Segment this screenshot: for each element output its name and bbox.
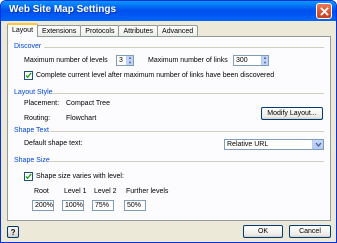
max-links-label: Maximum number of links [148, 57, 228, 64]
checkmark-icon [25, 173, 32, 180]
shape-text-heading: Shape Text [14, 127, 49, 134]
max-links-value: 300 [236, 57, 248, 64]
checkmark-icon [25, 72, 32, 79]
routing-value: Flowchart [66, 115, 97, 122]
dropdown-arrow[interactable] [312, 140, 323, 149]
ok-button[interactable]: OK [243, 225, 283, 238]
shape-size-varies-checkbox[interactable] [24, 172, 33, 181]
level-1-label: Level 1 [64, 188, 87, 195]
spin-down-icon[interactable]: ▼ [261, 60, 268, 65]
chevron-down-icon [315, 142, 321, 147]
default-shape-text-value: Relative URL [227, 141, 269, 148]
level-further-label: Further levels [126, 188, 169, 195]
discover-divider [44, 47, 324, 48]
layout-panel: Discover Maximum number of levels 3 ▲ ▼ … [7, 36, 331, 221]
complete-level-label: Complete current level after maximum num… [36, 72, 275, 79]
placement-value: Compact Tree [66, 100, 110, 107]
level-2-input[interactable]: 75% [92, 200, 114, 211]
modify-layout-button[interactable]: Modify Layout... [261, 107, 323, 120]
discover-heading: Discover [14, 43, 42, 50]
shape-size-divider [50, 161, 324, 162]
level-1-input[interactable]: 100% [62, 200, 84, 211]
default-shape-text-label: Default shape text: [24, 140, 83, 147]
shape-size-varies-label: Shape size varies with level: [36, 173, 124, 180]
layout-style-heading: Layout Style [14, 89, 53, 96]
default-shape-text-dropdown[interactable]: Relative URL [224, 139, 324, 150]
shape-text-divider [50, 131, 324, 132]
dialog-window: Web Site Map Settings Layout Extensions … [0, 0, 337, 243]
title-bar[interactable]: Web Site Map Settings [1, 1, 336, 21]
level-root-label: Root [34, 188, 49, 195]
level-root-input[interactable]: 200% [32, 200, 54, 211]
max-links-spinner[interactable]: 300 ▲ ▼ [233, 55, 269, 66]
close-icon [319, 6, 329, 16]
close-button[interactable] [316, 3, 332, 19]
spin-down-icon[interactable]: ▼ [126, 60, 133, 65]
max-levels-value: 3 [119, 57, 123, 64]
max-links-arrows[interactable]: ▲ ▼ [261, 56, 268, 65]
level-further-input[interactable]: 50% [124, 200, 146, 211]
tab-layout[interactable]: Layout [7, 23, 39, 37]
cancel-button[interactable]: Cancel [289, 225, 331, 238]
help-button[interactable] [7, 226, 19, 238]
layout-style-divider [52, 93, 324, 94]
max-levels-arrows[interactable]: ▲ ▼ [126, 56, 133, 65]
complete-level-checkbox[interactable] [24, 71, 33, 80]
question-mark-icon [11, 229, 16, 235]
window-title: Web Site Map Settings [9, 4, 117, 15]
max-levels-label: Maximum number of levels [24, 57, 108, 64]
routing-label: Routing: [24, 115, 51, 122]
tab-strip: Layout Extensions Protocols Attributes A… [7, 23, 199, 37]
shape-size-heading: Shape Size [14, 157, 50, 164]
max-levels-spinner[interactable]: 3 ▲ ▼ [116, 55, 134, 66]
placement-label: Placement: [24, 100, 60, 107]
level-2-label: Level 2 [94, 188, 117, 195]
